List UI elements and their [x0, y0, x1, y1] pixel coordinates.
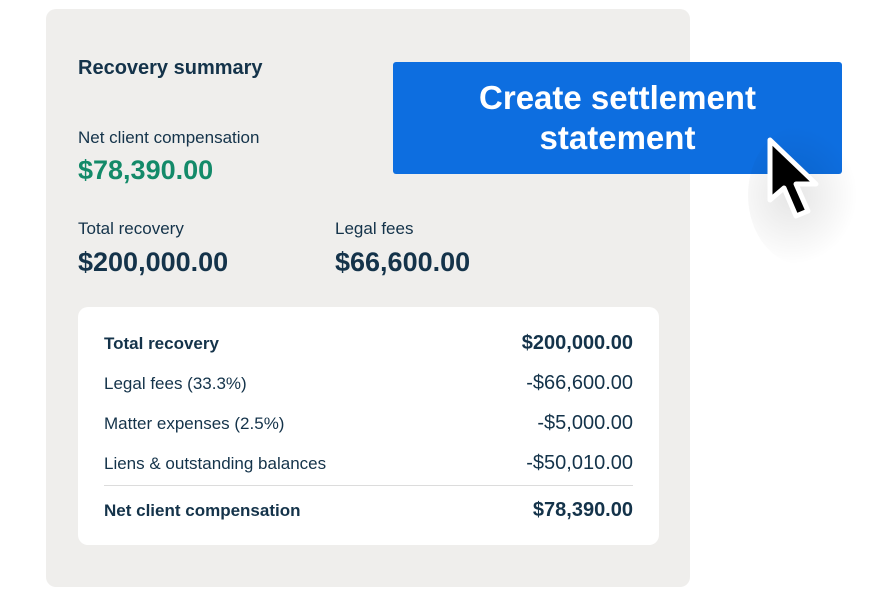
legal-fees-value: $66,600.00	[335, 247, 471, 277]
table-row: Legal fees (33.3%) -$66,600.00	[104, 372, 633, 395]
row-value: -$50,010.00	[526, 452, 633, 474]
row-value: -$5,000.00	[537, 412, 633, 434]
breakdown-table: Total recovery $200,000.00 Legal fees (3…	[78, 307, 659, 545]
table-row-total: Net client compensation $78,390.00	[104, 499, 633, 522]
row-value: $78,390.00	[532, 499, 633, 521]
total-recovery-value: $200,000.00	[78, 247, 229, 277]
table-row: Matter expenses (2.5%) -$5,000.00	[104, 412, 633, 435]
row-value: $200,000.00	[521, 332, 633, 354]
row-label: Matter expenses (2.5%)	[104, 413, 285, 433]
legal-fees-label: Legal fees	[335, 219, 414, 238]
mouse-pointer-icon	[767, 137, 819, 219]
table-divider	[104, 485, 633, 486]
table-row: Liens & outstanding balances -$50,010.00	[104, 452, 633, 475]
card-title: Recovery summary	[78, 57, 263, 79]
row-label: Total recovery	[104, 333, 219, 353]
row-label: Net client compensation	[104, 500, 301, 520]
row-label: Legal fees (33.3%)	[104, 373, 247, 393]
row-label: Liens & outstanding balances	[104, 453, 327, 473]
table-row: Total recovery $200,000.00	[104, 332, 633, 355]
net-compensation-value: $78,390.00	[78, 155, 214, 185]
net-compensation-label: Net client compensation	[78, 128, 260, 147]
row-value: -$66,600.00	[526, 372, 633, 394]
total-recovery-label: Total recovery	[78, 219, 184, 238]
